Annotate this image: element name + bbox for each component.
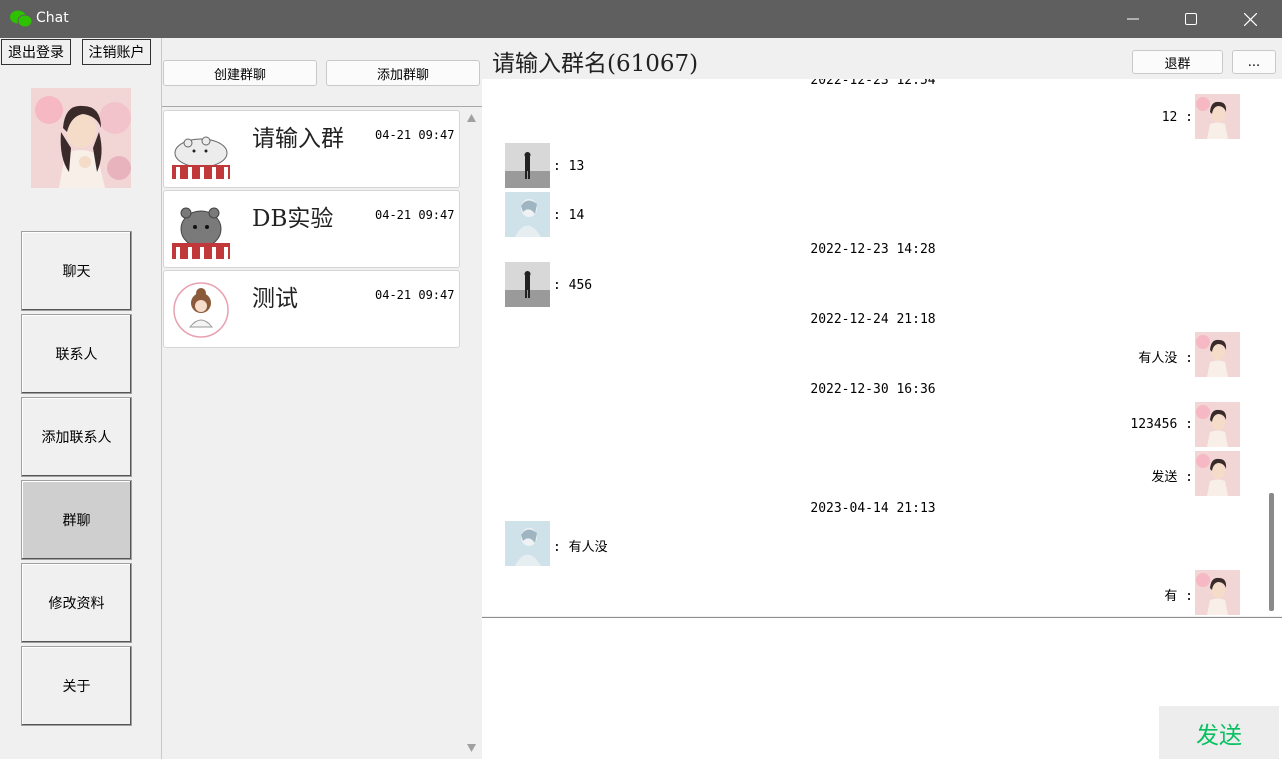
message-list: 2022-12-23 12:54 12 : : 13 : 14 2022-12-… xyxy=(482,79,1282,616)
minimize-button[interactable] xyxy=(1104,0,1162,38)
divider xyxy=(162,106,482,107)
scroll-down-icon[interactable] xyxy=(467,744,476,752)
group-list-scrollbar[interactable] xyxy=(463,108,480,759)
window-title: Chat xyxy=(36,10,69,26)
group-name: 测试 xyxy=(252,286,298,312)
wechat-icon xyxy=(10,10,32,28)
chat-title: 请输入群名(61067) xyxy=(492,51,699,77)
scroll-up-icon[interactable] xyxy=(467,114,476,122)
group-item[interactable]: DB实验 04-21 09:47 xyxy=(163,190,460,268)
send-button[interactable]: 发送 xyxy=(1159,706,1279,759)
minimize-icon xyxy=(1127,18,1139,20)
polar-bear-avatar-icon xyxy=(170,119,232,181)
close-button[interactable] xyxy=(1221,0,1279,38)
nav-add-contact-button[interactable]: 添加联系人 xyxy=(21,397,132,477)
message-text: 有人没 : xyxy=(1138,351,1193,366)
maximize-icon xyxy=(1185,13,1197,25)
user-avatar-image xyxy=(31,88,131,188)
message-timestamp: 2022-12-30 16:36 xyxy=(810,382,936,397)
scrollbar-thumb[interactable] xyxy=(1269,493,1274,611)
user-avatar[interactable] xyxy=(31,88,131,188)
nav-about-button[interactable]: 关于 xyxy=(21,646,132,726)
group-time: 04-21 09:47 xyxy=(375,288,455,302)
message-timestamp: 2022-12-24 21:18 xyxy=(810,312,936,327)
self-avatar[interactable] xyxy=(1195,402,1240,447)
create-group-button[interactable]: 创建群聊 xyxy=(163,60,317,86)
message-scrollbar[interactable] xyxy=(1265,79,1282,616)
delete-account-button[interactable]: 注销账户 xyxy=(82,39,151,65)
chat-panel: 请输入群名(61067) 退群 ... 2022-12-23 12:54 12 … xyxy=(482,38,1282,759)
message-text: : 13 xyxy=(553,159,585,174)
member-avatar[interactable] xyxy=(505,192,550,237)
close-icon xyxy=(1243,12,1257,26)
nav-edit-profile-button[interactable]: 修改资料 xyxy=(21,563,132,643)
message-timestamp: 2022-12-23 14:28 xyxy=(810,242,936,257)
group-list-panel: 创建群聊 添加群聊 请输入群 04-21 09:47 DB实验 04-21 09… xyxy=(162,38,482,759)
nav-group-chat-button[interactable]: 群聊 xyxy=(21,480,132,560)
member-avatar[interactable] xyxy=(505,521,550,566)
message-text: : 456 xyxy=(553,278,593,293)
maximize-button[interactable] xyxy=(1162,0,1220,38)
message-text: 123456 : xyxy=(1130,417,1193,432)
message-timestamp: 2022-12-23 12:54 xyxy=(810,79,936,88)
member-avatar[interactable] xyxy=(505,262,550,307)
message-text: 12 : xyxy=(1161,110,1193,125)
member-avatar[interactable] xyxy=(505,143,550,188)
group-name: DB实验 xyxy=(252,206,334,232)
message-text: 发送 : xyxy=(1151,470,1193,485)
title-bar: Chat xyxy=(0,0,1282,38)
group-time: 04-21 09:47 xyxy=(375,208,455,222)
quit-group-button[interactable]: 退群 xyxy=(1132,50,1223,74)
self-avatar[interactable] xyxy=(1195,451,1240,496)
group-name: 请输入群 xyxy=(252,126,344,152)
nav-contacts-button[interactable]: 联系人 xyxy=(21,314,132,394)
group-list: 请输入群 04-21 09:47 DB实验 04-21 09:47 测试 04-… xyxy=(162,108,462,759)
left-sidebar: 退出登录 注销账户 聊天 联系人 添加联系人 群聊 修改资料 关于 xyxy=(0,38,162,759)
nav-chat-button[interactable]: 聊天 xyxy=(21,231,132,311)
chat-window: Chat 退出登录 注销账户 聊天 联系人 添加联系人 群聊 修改资料 关于 创… xyxy=(0,0,1282,759)
grey-bear-avatar-icon xyxy=(170,199,232,261)
group-item[interactable]: 请输入群 04-21 09:47 xyxy=(163,110,460,188)
more-button[interactable]: ... xyxy=(1232,50,1276,74)
self-avatar[interactable] xyxy=(1195,570,1240,615)
message-text: : 14 xyxy=(553,208,585,223)
self-avatar[interactable] xyxy=(1195,94,1240,139)
group-item[interactable]: 测试 04-21 09:47 xyxy=(163,270,460,348)
self-avatar[interactable] xyxy=(1195,332,1240,377)
message-text: 有 : xyxy=(1164,589,1193,604)
cartoon-girl-avatar-icon xyxy=(170,279,232,341)
add-group-button[interactable]: 添加群聊 xyxy=(326,60,480,86)
message-text: : 有人没 xyxy=(553,540,608,555)
logout-button[interactable]: 退出登录 xyxy=(1,39,71,65)
message-timestamp: 2023-04-14 21:13 xyxy=(810,501,936,516)
group-time: 04-21 09:47 xyxy=(375,128,455,142)
